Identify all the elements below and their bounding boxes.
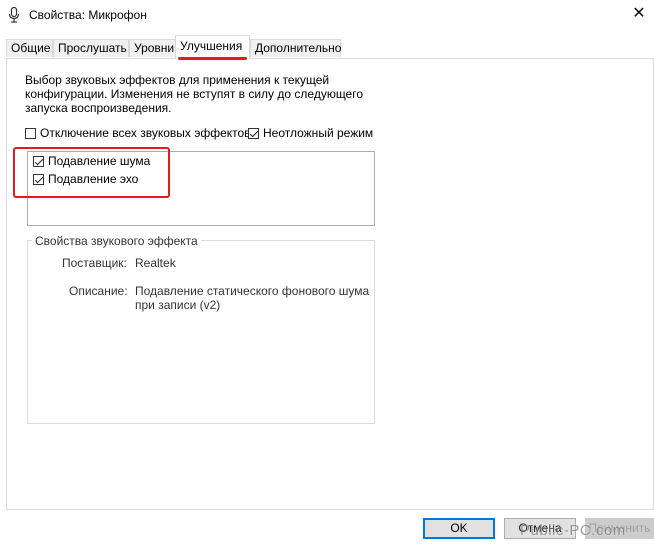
disable-all-effects-option[interactable]: Отключение всех звуковых эффектов [25,126,251,140]
description-value-line: Подавление статического фонового шума [135,284,370,298]
effect-properties-title: Свойства звукового эффекта [32,234,201,248]
tab-levels[interactable]: Уровни [129,39,179,57]
active-tab-highlight [178,57,247,60]
provider-label: Поставщик: [62,256,127,270]
title-bar: Свойства: Микрофон ✕ [0,0,654,30]
description-line: запуска воспроизведения. [25,101,172,115]
description-line: Выбор звуковых эффектов для применения к… [25,73,330,87]
tab-strip: Общие Прослушать Уровни Улучшения Дополн… [6,35,654,59]
close-button[interactable]: ✕ [624,0,654,30]
watermark: Public-PC.com [520,522,626,539]
tab-general[interactable]: Общие [6,39,53,57]
immediate-mode-checkbox[interactable] [248,127,259,139]
window-title: Свойства: Микрофон [29,8,147,22]
description-line: конфигурации. Изменения не вступят в сил… [25,87,364,101]
tab-listen[interactable]: Прослушать [53,39,129,57]
description-label: Описание: [69,284,128,298]
tab-enhancements[interactable]: Улучшения [175,35,250,59]
immediate-mode-option[interactable]: Неотложный режим [248,126,373,140]
close-icon: ✕ [632,5,646,22]
ok-button[interactable]: OK [423,518,495,539]
description-value-line: при записи (v2) [135,298,221,312]
provider-value: Realtek [135,256,176,270]
disable-all-effects-label: Отключение всех звуковых эффектов [40,126,251,140]
tab-advanced[interactable]: Дополнительно [250,39,341,57]
description-value: Подавление статического фонового шума пр… [135,284,369,312]
annotation-highlight-box [13,147,170,198]
disable-all-effects-checkbox[interactable] [25,127,36,139]
microphone-icon [8,7,20,23]
immediate-mode-label: Неотложный режим [263,126,374,140]
enhancements-description: Выбор звуковых эффектов для применения к… [25,73,385,115]
